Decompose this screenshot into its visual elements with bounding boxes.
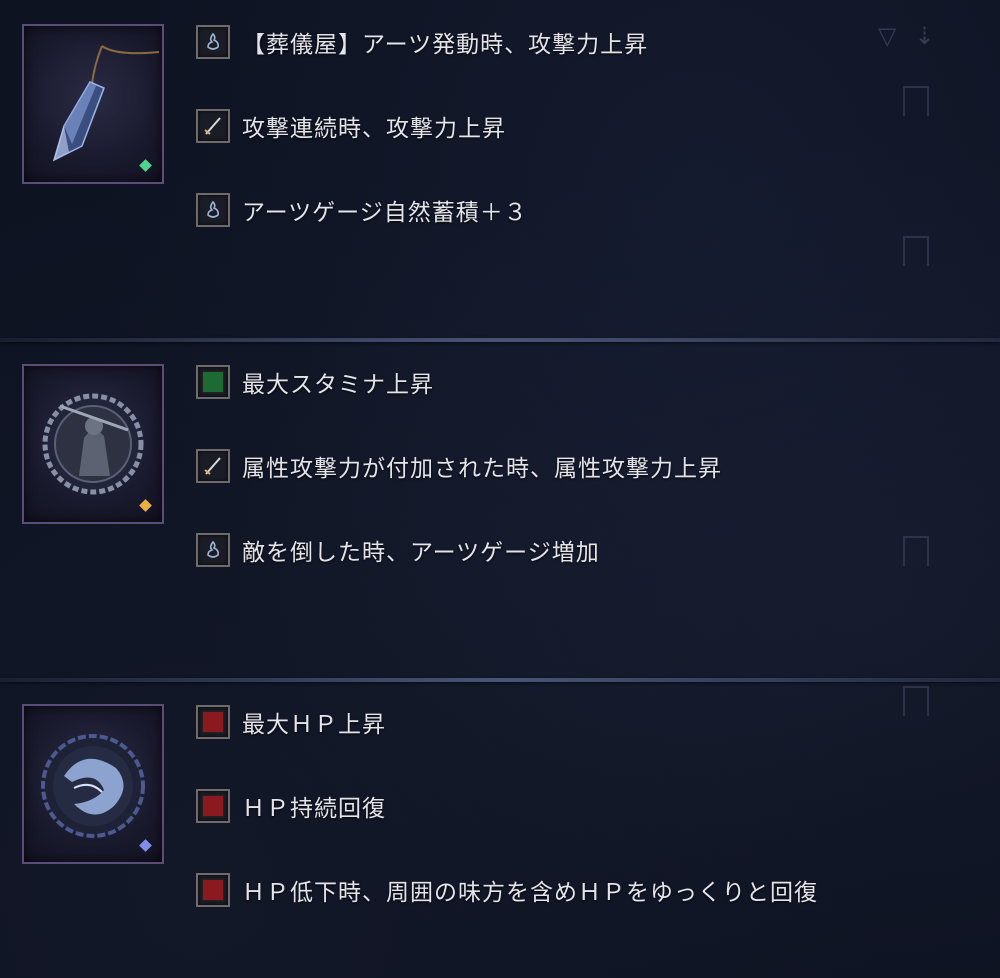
- section-divider: [0, 678, 1000, 682]
- effect-text: アーツゲージ自然蓄積＋３: [242, 200, 528, 226]
- relic-3-effect-3[interactable]: ＨＰ低下時、周囲の味方を含めＨＰをゆっくりと回復: [196, 872, 818, 908]
- relic-slot-1[interactable]: [22, 24, 164, 184]
- warrior-medallion-icon: [42, 393, 144, 495]
- flame-icon: [196, 25, 230, 59]
- relic-slot-3[interactable]: [22, 704, 164, 864]
- bookmark-icon: [903, 686, 929, 716]
- effect-text: 属性攻撃力が付加された時、属性攻撃力上昇: [242, 456, 722, 482]
- flame-icon: [196, 193, 230, 227]
- relic-2-effect-2[interactable]: 属性攻撃力が付加された時、属性攻撃力上昇: [196, 448, 722, 484]
- bookmark-icon: [903, 86, 929, 116]
- red-square-icon: [196, 705, 230, 739]
- green-square-icon: [196, 365, 230, 399]
- blue-serpent-orb-icon: [41, 734, 145, 838]
- relic-2-effect-1[interactable]: 最大スタミナ上昇: [196, 364, 434, 400]
- pendant-crystal-icon: [52, 45, 160, 162]
- sword-icon: [196, 449, 230, 483]
- sword-icon: [196, 109, 230, 143]
- relic-slot-2[interactable]: [22, 364, 164, 524]
- effect-text: 攻撃連続時、攻撃力上昇: [242, 116, 506, 142]
- relic-1-effect-2[interactable]: 攻撃連続時、攻撃力上昇: [196, 108, 506, 144]
- red-square-icon: [196, 789, 230, 823]
- relic-3-effect-2[interactable]: ＨＰ持続回復: [196, 788, 386, 824]
- filter-icon: ▽: [878, 22, 897, 50]
- effect-text: 【葬儀屋】アーツ発動時、攻撃力上昇: [242, 32, 649, 58]
- sort-icon: ⇣: [914, 22, 935, 50]
- red-square-icon: [196, 873, 230, 907]
- effect-text: 敵を倒した時、アーツゲージ増加: [242, 540, 600, 566]
- effect-text: 最大スタミナ上昇: [242, 372, 434, 398]
- flame-icon: [196, 533, 230, 567]
- effect-text: 最大ＨＰ上昇: [242, 712, 386, 738]
- effect-text: ＨＰ低下時、周囲の味方を含めＨＰをゆっくりと回復: [242, 880, 818, 906]
- section-divider: [0, 338, 1000, 342]
- background-filter-icons: ▽ ⇣: [878, 22, 935, 50]
- bookmark-icon: [903, 536, 929, 566]
- effect-text: ＨＰ持続回復: [242, 796, 386, 822]
- relic-1-effect-3[interactable]: アーツゲージ自然蓄積＋３: [196, 192, 528, 228]
- bookmark-icon: [903, 236, 929, 266]
- relic-2-effect-3[interactable]: 敵を倒した時、アーツゲージ増加: [196, 532, 600, 568]
- relic-3-effect-1[interactable]: 最大ＨＰ上昇: [196, 704, 386, 740]
- relic-1-effect-1[interactable]: 【葬儀屋】アーツ発動時、攻撃力上昇: [196, 24, 648, 60]
